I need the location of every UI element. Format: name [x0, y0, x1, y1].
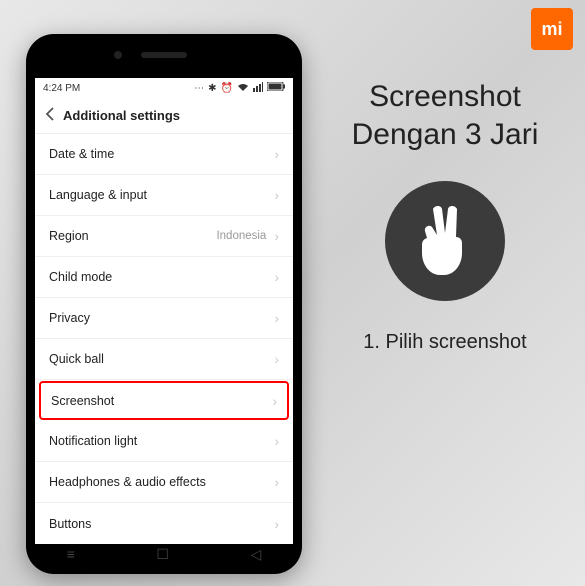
battery-icon — [267, 82, 285, 94]
row-headphones-audio[interactable]: Headphones & audio effects › — [35, 462, 293, 503]
chevron-right-icon: › — [274, 269, 279, 285]
row-label: Language & input — [49, 188, 147, 202]
phone-screen: 4:24 PM ⋯ ✱ ⏰ Additional settings — [35, 78, 293, 544]
chevron-right-icon: › — [274, 187, 279, 203]
settings-header: Additional settings — [35, 98, 293, 134]
nav-back-icon[interactable]: ◁ — [250, 546, 261, 563]
row-label: Screenshot — [51, 394, 114, 408]
row-label: Buttons — [49, 517, 91, 531]
phone-frame: 4:24 PM ⋯ ✱ ⏰ Additional settings — [26, 34, 302, 574]
row-label: Date & time — [49, 147, 114, 161]
instruction-panel: Screenshot Dengan 3 Jari 1. Pilih screen… — [318, 78, 572, 354]
mi-logo: mi — [531, 8, 573, 50]
chevron-right-icon: › — [274, 228, 279, 244]
status-time: 4:24 PM — [43, 83, 80, 94]
phone-sensor — [114, 51, 122, 59]
settings-list: Date & time › Language & input › Region … — [35, 134, 293, 544]
step-text: 1. Pilih screenshot — [318, 331, 572, 354]
row-child-mode[interactable]: Child mode › — [35, 257, 293, 298]
signal-icon — [253, 82, 263, 95]
row-label: Privacy — [49, 311, 90, 325]
chevron-right-icon: › — [274, 351, 279, 367]
android-navbar: ≡ ☐ ◁ — [26, 544, 302, 564]
row-quick-ball[interactable]: Quick ball › — [35, 339, 293, 380]
headphone-icon: ⋯ — [194, 83, 204, 94]
chevron-right-icon: › — [274, 433, 279, 449]
row-label: Child mode — [49, 270, 112, 284]
status-bar: 4:24 PM ⋯ ✱ ⏰ — [35, 78, 293, 98]
phone-speaker — [141, 52, 187, 58]
row-value: Indonesia — [216, 230, 266, 242]
chevron-right-icon: › — [274, 516, 279, 532]
instruction-title-2: Dengan 3 Jari — [318, 116, 572, 154]
row-date-time[interactable]: Date & time › — [35, 134, 293, 175]
instruction-title-1: Screenshot — [318, 78, 572, 116]
chevron-right-icon: › — [272, 393, 277, 409]
back-icon[interactable] — [45, 107, 55, 124]
row-notification-light[interactable]: Notification light › — [35, 421, 293, 462]
wifi-icon — [237, 82, 249, 95]
row-label: Headphones & audio effects — [49, 475, 206, 489]
row-buttons[interactable]: Buttons › — [35, 503, 293, 544]
bluetooth-icon: ✱ — [208, 83, 216, 94]
row-region[interactable]: Region Indonesia › — [35, 216, 293, 257]
alarm-icon: ⏰ — [221, 83, 233, 94]
chevron-right-icon: › — [274, 474, 279, 490]
nav-home-icon[interactable]: ☐ — [156, 546, 169, 563]
row-label: Quick ball — [49, 352, 104, 366]
status-icons: ⋯ ✱ ⏰ — [194, 82, 285, 95]
row-screenshot[interactable]: Screenshot › — [39, 381, 289, 420]
row-label: Notification light — [49, 434, 137, 448]
row-language-input[interactable]: Language & input › — [35, 175, 293, 216]
hand-gesture-circle — [385, 181, 505, 301]
nav-menu-icon[interactable]: ≡ — [67, 546, 75, 562]
header-title: Additional settings — [63, 108, 180, 123]
chevron-right-icon: › — [274, 146, 279, 162]
victory-hand-icon — [415, 205, 475, 277]
row-privacy[interactable]: Privacy › — [35, 298, 293, 339]
chevron-right-icon: › — [274, 310, 279, 326]
row-label: Region — [49, 229, 89, 243]
